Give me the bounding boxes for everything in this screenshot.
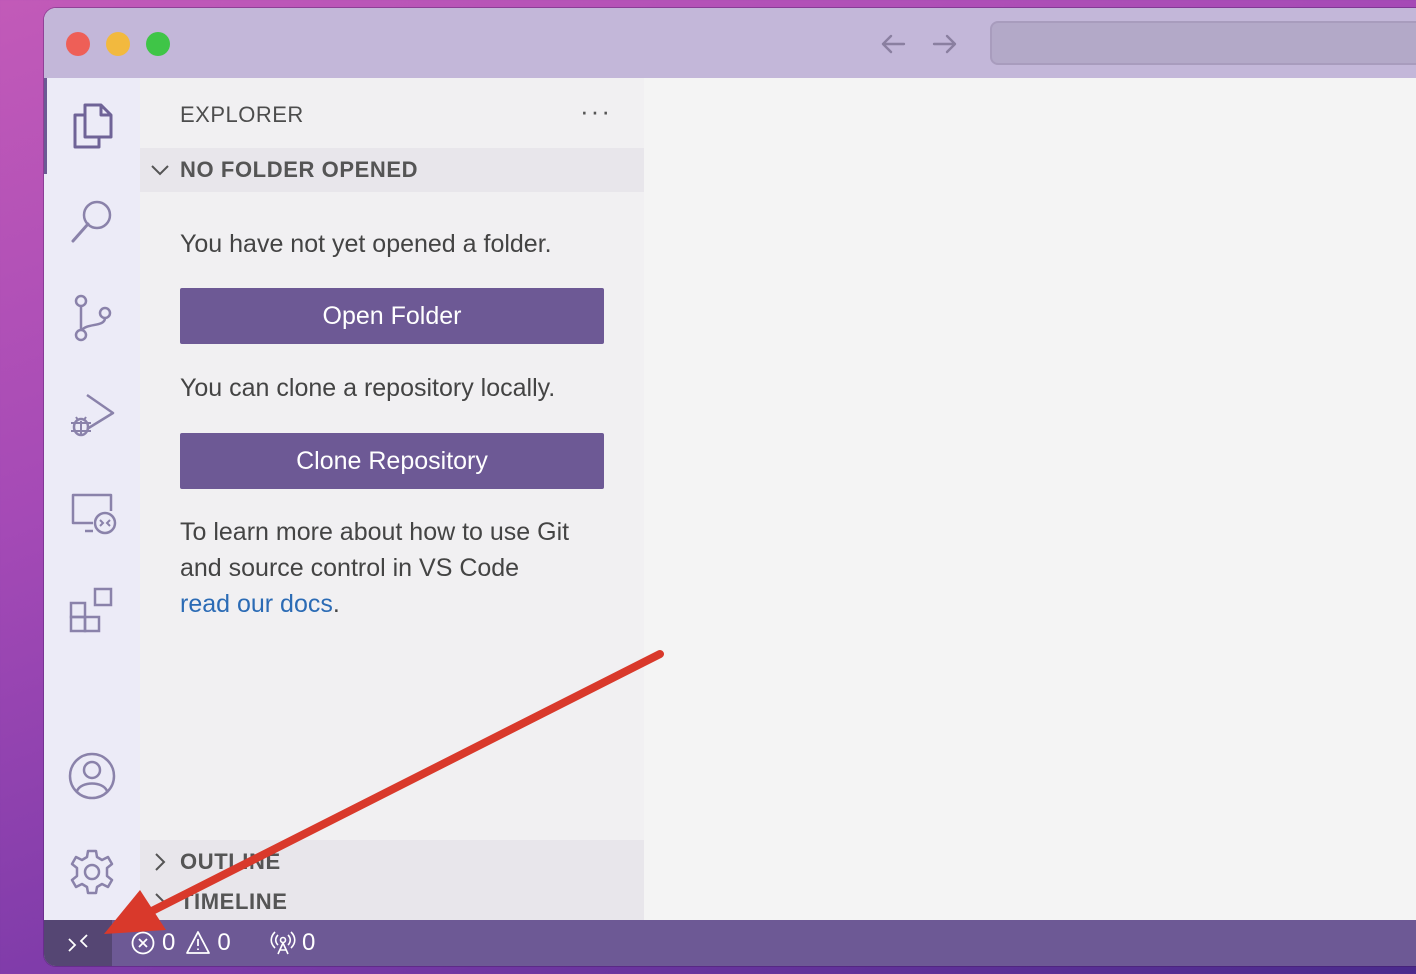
activity-account[interactable]	[64, 748, 120, 804]
more-actions-button[interactable]: ···	[580, 96, 612, 127]
chevron-down-icon	[140, 163, 180, 177]
error-icon	[131, 931, 155, 955]
close-window-button[interactable]	[66, 32, 90, 56]
account-icon	[68, 752, 116, 800]
title-bar	[44, 8, 1416, 78]
activity-manage[interactable]	[64, 844, 120, 900]
section-label: NO FOLDER OPENED	[180, 157, 419, 182]
activity-extensions[interactable]	[64, 582, 120, 638]
forward-button[interactable]	[930, 30, 960, 58]
search-icon	[71, 200, 112, 243]
active-indicator	[44, 78, 47, 174]
no-folder-section-header[interactable]: NO FOLDER OPENED	[140, 148, 644, 192]
ports-count: 0	[302, 929, 316, 956]
vscode-window: EXPLORER ··· NO FOLDER OPENED You have n…	[44, 8, 1416, 966]
remote-icon	[68, 934, 88, 952]
learn-more-message: To learn more about how to use Git and s…	[180, 514, 610, 622]
warning-count: 0	[217, 929, 231, 956]
warning-icon	[186, 931, 211, 954]
run-debug-icon	[71, 393, 115, 437]
back-button[interactable]	[878, 30, 908, 58]
clone-message: You can clone a repository locally.	[180, 374, 556, 402]
source-control-icon	[74, 294, 112, 342]
command-center-search[interactable]	[990, 21, 1416, 65]
chevron-right-icon	[140, 852, 180, 872]
status-bar: 0 0 0	[44, 920, 1416, 966]
problems-status[interactable]: 0 0	[130, 920, 231, 966]
activity-search[interactable]	[64, 192, 120, 248]
period: .	[332, 590, 340, 618]
minimize-window-button[interactable]	[106, 32, 130, 56]
explorer-sidebar: EXPLORER ··· NO FOLDER OPENED You have n…	[140, 78, 644, 920]
explorer-icon	[73, 103, 113, 149]
learn-more-text: To learn more about how to use Git and s…	[180, 518, 570, 582]
timeline-section-header[interactable]: TIMELINE	[140, 884, 644, 920]
chevron-right-icon	[140, 892, 180, 912]
docs-link[interactable]: read our docs	[180, 590, 333, 618]
arrow-left-icon	[881, 34, 906, 54]
broadcast-icon	[270, 931, 296, 955]
no-folder-message: You have not yet opened a folder.	[180, 230, 552, 258]
ports-status[interactable]: 0	[270, 920, 315, 966]
sidebar-title: EXPLORER	[180, 102, 304, 127]
remote-indicator-button[interactable]	[44, 920, 112, 966]
clone-repository-button[interactable]: Clone Repository	[180, 433, 604, 489]
gear-icon	[70, 849, 114, 895]
outline-label: OUTLINE	[180, 849, 281, 874]
timeline-label: TIMELINE	[180, 889, 288, 914]
activity-source-control[interactable]	[64, 290, 120, 346]
remote-explorer-icon	[71, 493, 117, 535]
activity-bar	[44, 78, 140, 920]
activity-run-debug[interactable]	[64, 386, 120, 442]
activity-remote-explorer[interactable]	[64, 484, 120, 540]
outline-section-header[interactable]: OUTLINE	[140, 840, 644, 884]
extensions-icon	[69, 587, 113, 633]
arrow-right-icon	[932, 34, 957, 54]
activity-explorer[interactable]	[64, 96, 120, 152]
open-folder-button[interactable]: Open Folder	[180, 288, 604, 344]
editor-area	[644, 78, 1416, 920]
zoom-window-button[interactable]	[146, 32, 170, 56]
error-count: 0	[162, 929, 176, 956]
